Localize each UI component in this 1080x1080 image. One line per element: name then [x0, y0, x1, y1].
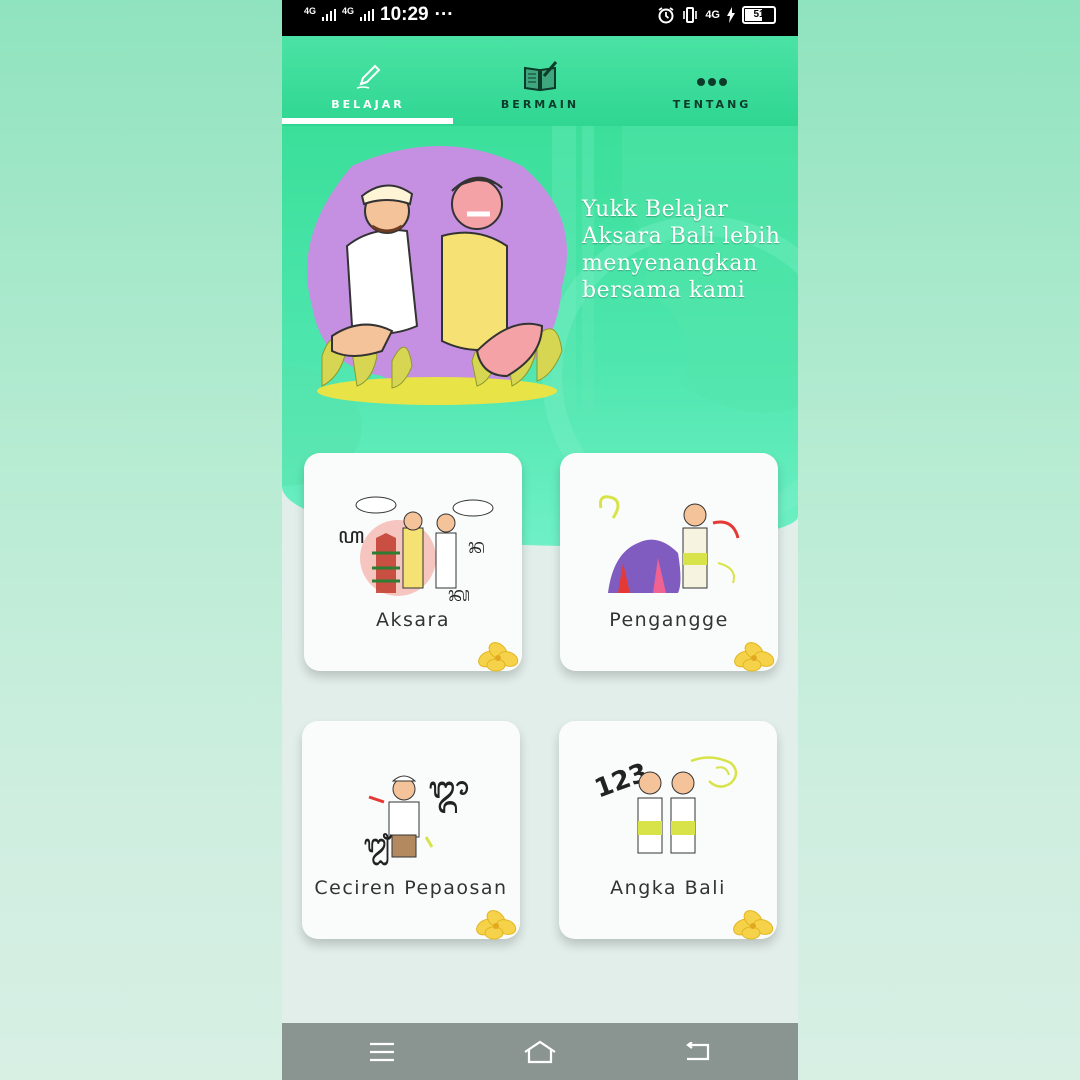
battery-level: 51 [753, 9, 765, 20]
card-title: Aksara [376, 609, 450, 631]
hero-tagline: Yukk Belajar Aksara Bali lebih menyenang… [582, 196, 794, 304]
more-dots-icon [697, 78, 727, 86]
card-ceciren-pepaosan[interactable]: ᬒ ᬐ Ceciren Pepaosan [302, 721, 520, 940]
vibrate-icon [683, 7, 698, 23]
frangipani-flower-icon [733, 910, 774, 940]
menu-button[interactable] [362, 1035, 402, 1069]
hero-line: Aksara Bali lebih [582, 224, 781, 249]
alarm-icon [658, 7, 674, 24]
card-title: Angka Bali [610, 877, 726, 899]
tab-bar: BELAJAR BERMAIN TENTANG [282, 36, 798, 126]
tab-bermain[interactable]: BERMAIN [454, 36, 626, 126]
signal-icon [322, 9, 337, 21]
ceciren-pepaosan-illustration: ᬒ ᬐ [364, 771, 469, 866]
aksara-illustration: ꦲ ᬦ ᬓ [338, 496, 494, 606]
angka-bali-illustration: 123 [591, 756, 738, 854]
clock: 10:29 [380, 4, 429, 25]
pencil-icon [356, 64, 381, 89]
system-navigation-bar [282, 1023, 798, 1080]
home-button[interactable] [520, 1035, 560, 1069]
tab-label: BELAJAR [331, 98, 405, 111]
tab-tentang[interactable]: TENTANG [626, 36, 798, 126]
svg-text:ᬦ: ᬦ [468, 534, 485, 558]
card-aksara[interactable]: ꦲ ᬦ ᬓ Aksara [304, 453, 522, 672]
hero-line: bersama kami [582, 278, 746, 303]
card-pengangge[interactable]: Pengangge [560, 453, 778, 672]
status-bar: 4G 4G 10:29 ··· 4G 51 [282, 0, 798, 36]
svg-text:ꦲ: ꦲ [338, 524, 364, 549]
signal-2-label: 4G [342, 5, 355, 16]
frangipani-flower-icon [478, 642, 519, 672]
notification-dots: ··· [434, 4, 454, 25]
hero-line: Yukk Belajar [582, 197, 729, 222]
tab-label: TENTANG [672, 98, 752, 111]
card-title: Ceciren Pepaosan [314, 877, 508, 899]
svg-text:ᬓ: ᬓ [448, 582, 470, 606]
pengangge-illustration [599, 495, 740, 593]
active-tab-indicator [282, 118, 453, 124]
phone-screen: 4G 4G 10:29 ··· 4G 51 BELAJAR BERMAIN TE… [282, 0, 798, 1080]
card-angka-bali[interactable]: 123 Angka Bali [559, 721, 777, 940]
signal-icon [360, 9, 375, 21]
charging-icon [727, 7, 735, 23]
card-title: Pengangge [609, 609, 729, 631]
menu-icon [370, 1042, 394, 1062]
tab-label: BERMAIN [500, 98, 580, 111]
battery-icon: 51 [742, 6, 776, 24]
svg-text:ᬒ: ᬒ [429, 771, 469, 813]
signal-1-label: 4G [304, 5, 317, 16]
network-right-label: 4G [705, 9, 720, 21]
svg-text:ᬐ: ᬐ [364, 830, 392, 866]
tab-belajar[interactable]: BELAJAR [282, 36, 454, 126]
back-icon [686, 1042, 710, 1061]
frangipani-flower-icon [476, 910, 517, 940]
hero-illustration-two-friends [307, 146, 567, 405]
frangipani-flower-icon [734, 642, 775, 672]
book-pencil-icon [524, 61, 558, 92]
back-button[interactable] [677, 1035, 717, 1069]
hero-line: menyenangkan [582, 251, 758, 276]
home-icon [524, 1040, 556, 1064]
